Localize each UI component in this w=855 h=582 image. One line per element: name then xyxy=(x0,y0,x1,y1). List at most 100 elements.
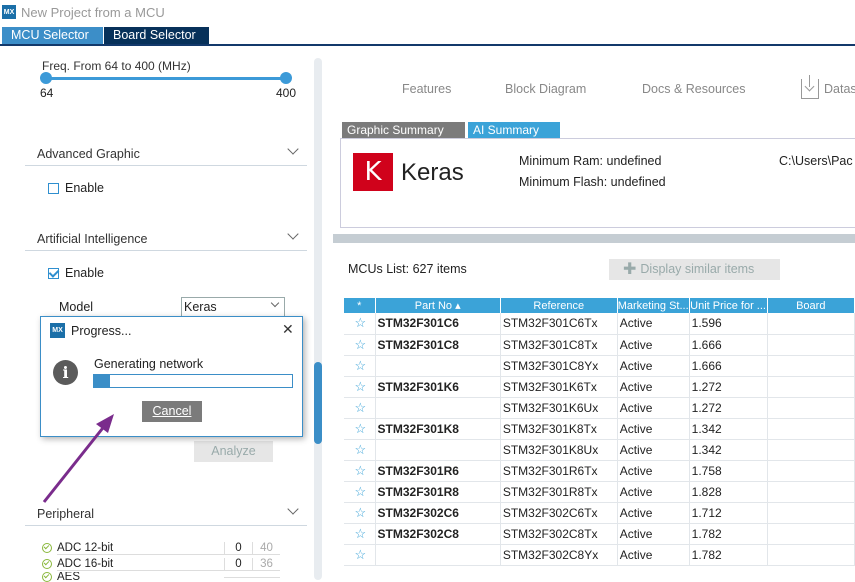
table-row[interactable]: ☆ STM32F301K8Ux Active 1.342 xyxy=(344,439,855,461)
favorite-star-icon[interactable]: ☆ xyxy=(344,523,376,545)
cancel-button[interactable]: Cancel xyxy=(142,401,202,422)
cell-board xyxy=(767,376,855,398)
cell-board xyxy=(767,313,855,335)
col-board[interactable]: Board xyxy=(767,298,855,313)
cell-part-no: STM32F302C6 xyxy=(375,502,501,524)
favorite-star-icon[interactable]: ☆ xyxy=(344,544,376,566)
favorite-star-icon[interactable]: ☆ xyxy=(344,376,376,398)
tab-board-selector[interactable]: Board Selector xyxy=(104,27,209,44)
chevron-down-icon[interactable] xyxy=(287,143,299,155)
cell-marketing-status: Active xyxy=(617,460,690,482)
chevron-down-icon xyxy=(270,298,280,308)
peripheral-table: ADC 12-bit 0 40 ADC 16-bit 0 36 AES xyxy=(42,540,282,582)
peripheral-min[interactable]: 0 xyxy=(224,541,252,555)
ai-enable[interactable]: Enable xyxy=(48,266,104,280)
favorite-star-icon[interactable]: ☆ xyxy=(344,355,376,377)
progress-bar-fill xyxy=(94,375,110,387)
table-row[interactable]: ☆ STM32F301R8 STM32F301R8Tx Active 1.828 xyxy=(344,481,855,503)
cell-part-no: STM32F301C6 xyxy=(375,313,501,335)
peripheral-row[interactable]: AES xyxy=(42,572,282,582)
checkbox[interactable] xyxy=(48,182,59,194)
favorite-star-icon[interactable]: ☆ xyxy=(344,334,376,356)
col-part-no[interactable]: Part No ▴ xyxy=(375,298,501,313)
tab-graphic-summary[interactable]: Graphic Summary xyxy=(342,122,465,138)
advanced-graphic-enable[interactable]: Enable xyxy=(48,181,104,195)
tab-ai-summary[interactable]: AI Summary xyxy=(468,122,560,138)
cell-marketing-status: Active xyxy=(617,355,690,377)
model-name: Keras xyxy=(401,159,464,186)
col-marketing-status[interactable]: Marketing St... xyxy=(617,298,690,313)
tab-block-diagram[interactable]: Block Diagram xyxy=(505,82,586,96)
mcu-table-body: ☆ STM32F301C6 STM32F301C6Tx Active 1.596 ☆ STM… xyxy=(344,313,855,566)
splitter-bar[interactable] xyxy=(333,234,855,243)
section-peripheral[interactable]: Peripheral xyxy=(25,500,307,526)
freq-slider-min-handle[interactable] xyxy=(40,72,52,84)
table-row[interactable]: ☆ STM32F301C8Yx Active 1.666 xyxy=(344,355,855,377)
favorite-star-icon[interactable]: ☆ xyxy=(344,481,376,503)
mcu-table: * Part No ▴ Reference Marketing St... Un… xyxy=(344,298,855,566)
table-row[interactable]: ☆ STM32F301R6 STM32F301R6Tx Active 1.758 xyxy=(344,460,855,482)
peripheral-min[interactable] xyxy=(224,576,252,578)
peripheral-row[interactable]: ADC 16-bit 0 36 xyxy=(42,556,282,572)
cell-unit-price: 1.712 xyxy=(689,502,768,524)
table-row[interactable]: ☆ STM32F301K6 STM32F301K6Tx Active 1.272 xyxy=(344,376,855,398)
cell-reference: STM32F301C8Tx xyxy=(500,334,618,356)
title-bar: MX New Project from a MCU xyxy=(0,0,855,24)
freq-slider-max-handle[interactable] xyxy=(280,72,292,84)
chevron-down-icon[interactable] xyxy=(287,503,299,515)
col-unit-price[interactable]: Unit Price for ... xyxy=(689,298,768,313)
filter-scrollbar-thumb[interactable] xyxy=(314,362,322,444)
progress-dialog: MX Progress... ✕ i Generating network Ca… xyxy=(40,316,303,437)
favorite-star-icon[interactable]: ☆ xyxy=(344,460,376,482)
tab-docs-resources[interactable]: Docs & Resources xyxy=(642,82,746,96)
min-flash: Minimum Flash: undefined xyxy=(519,175,666,189)
table-row[interactable]: ☆ STM32F301C6 STM32F301C6Tx Active 1.596 xyxy=(344,313,855,335)
cell-board xyxy=(767,418,855,440)
tab-mcu-selector[interactable]: MCU Selector xyxy=(2,27,103,44)
progress-bar xyxy=(93,374,293,388)
close-icon[interactable]: ✕ xyxy=(282,321,294,338)
progress-message: Generating network xyxy=(94,357,204,371)
display-similar-button[interactable]: ✚ Display similar items xyxy=(609,259,780,280)
cell-reference: STM32F301K8Tx xyxy=(500,418,618,440)
tab-datasheet[interactable]: Datas xyxy=(824,82,855,96)
favorite-star-icon[interactable]: ☆ xyxy=(344,439,376,461)
freq-min-value: 64 xyxy=(40,86,54,100)
model-select[interactable]: Keras xyxy=(181,297,285,317)
favorite-star-icon[interactable]: ☆ xyxy=(344,313,376,335)
favorite-star-icon[interactable]: ☆ xyxy=(344,397,376,419)
tab-features[interactable]: Features xyxy=(402,82,451,96)
table-row[interactable]: ☆ STM32F302C8Yx Active 1.782 xyxy=(344,544,855,566)
display-similar-label: Display similar items xyxy=(640,262,755,276)
cell-reference: STM32F301K6Ux xyxy=(500,397,618,419)
peripheral-row[interactable]: ADC 12-bit 0 40 xyxy=(42,540,282,556)
download-icon[interactable] xyxy=(801,75,819,99)
cell-marketing-status: Active xyxy=(617,334,690,356)
table-row[interactable]: ☆ STM32F301C8 STM32F301C8Tx Active 1.666 xyxy=(344,334,855,356)
filter-scrollbar[interactable] xyxy=(314,58,322,580)
analyze-button[interactable]: Analyze xyxy=(194,441,273,462)
checkbox-checked[interactable] xyxy=(48,267,59,279)
cell-part-no: STM32F301K8 xyxy=(375,418,501,440)
cell-unit-price: 1.828 xyxy=(689,481,768,503)
favorite-star-icon[interactable]: ☆ xyxy=(344,418,376,440)
favorite-star-icon[interactable]: ☆ xyxy=(344,502,376,524)
cell-reference: STM32F301R6Tx xyxy=(500,460,618,482)
section-artificial-intelligence[interactable]: Artificial Intelligence xyxy=(25,225,307,251)
cell-reference: STM32F302C6Tx xyxy=(500,502,618,524)
chevron-down-icon[interactable] xyxy=(287,228,299,240)
col-reference[interactable]: Reference xyxy=(500,298,618,313)
table-row[interactable]: ☆ STM32F301K6Ux Active 1.272 xyxy=(344,397,855,419)
cell-part-no xyxy=(375,544,501,566)
col-star[interactable]: * xyxy=(344,298,376,313)
peripheral-min[interactable]: 0 xyxy=(224,557,252,571)
cell-part-no: STM32F301R8 xyxy=(375,481,501,503)
table-row[interactable]: ☆ STM32F302C8 STM32F302C8Tx Active 1.782 xyxy=(344,523,855,545)
freq-slider-track[interactable] xyxy=(46,77,286,80)
table-row[interactable]: ☆ STM32F302C6 STM32F302C6Tx Active 1.712 xyxy=(344,502,855,524)
model-select-value: Keras xyxy=(184,300,217,314)
section-advanced-graphic[interactable]: Advanced Graphic xyxy=(25,140,307,166)
table-row[interactable]: ☆ STM32F301K8 STM32F301K8Tx Active 1.342 xyxy=(344,418,855,440)
window-title: New Project from a MCU xyxy=(21,4,165,20)
cell-marketing-status: Active xyxy=(617,481,690,503)
